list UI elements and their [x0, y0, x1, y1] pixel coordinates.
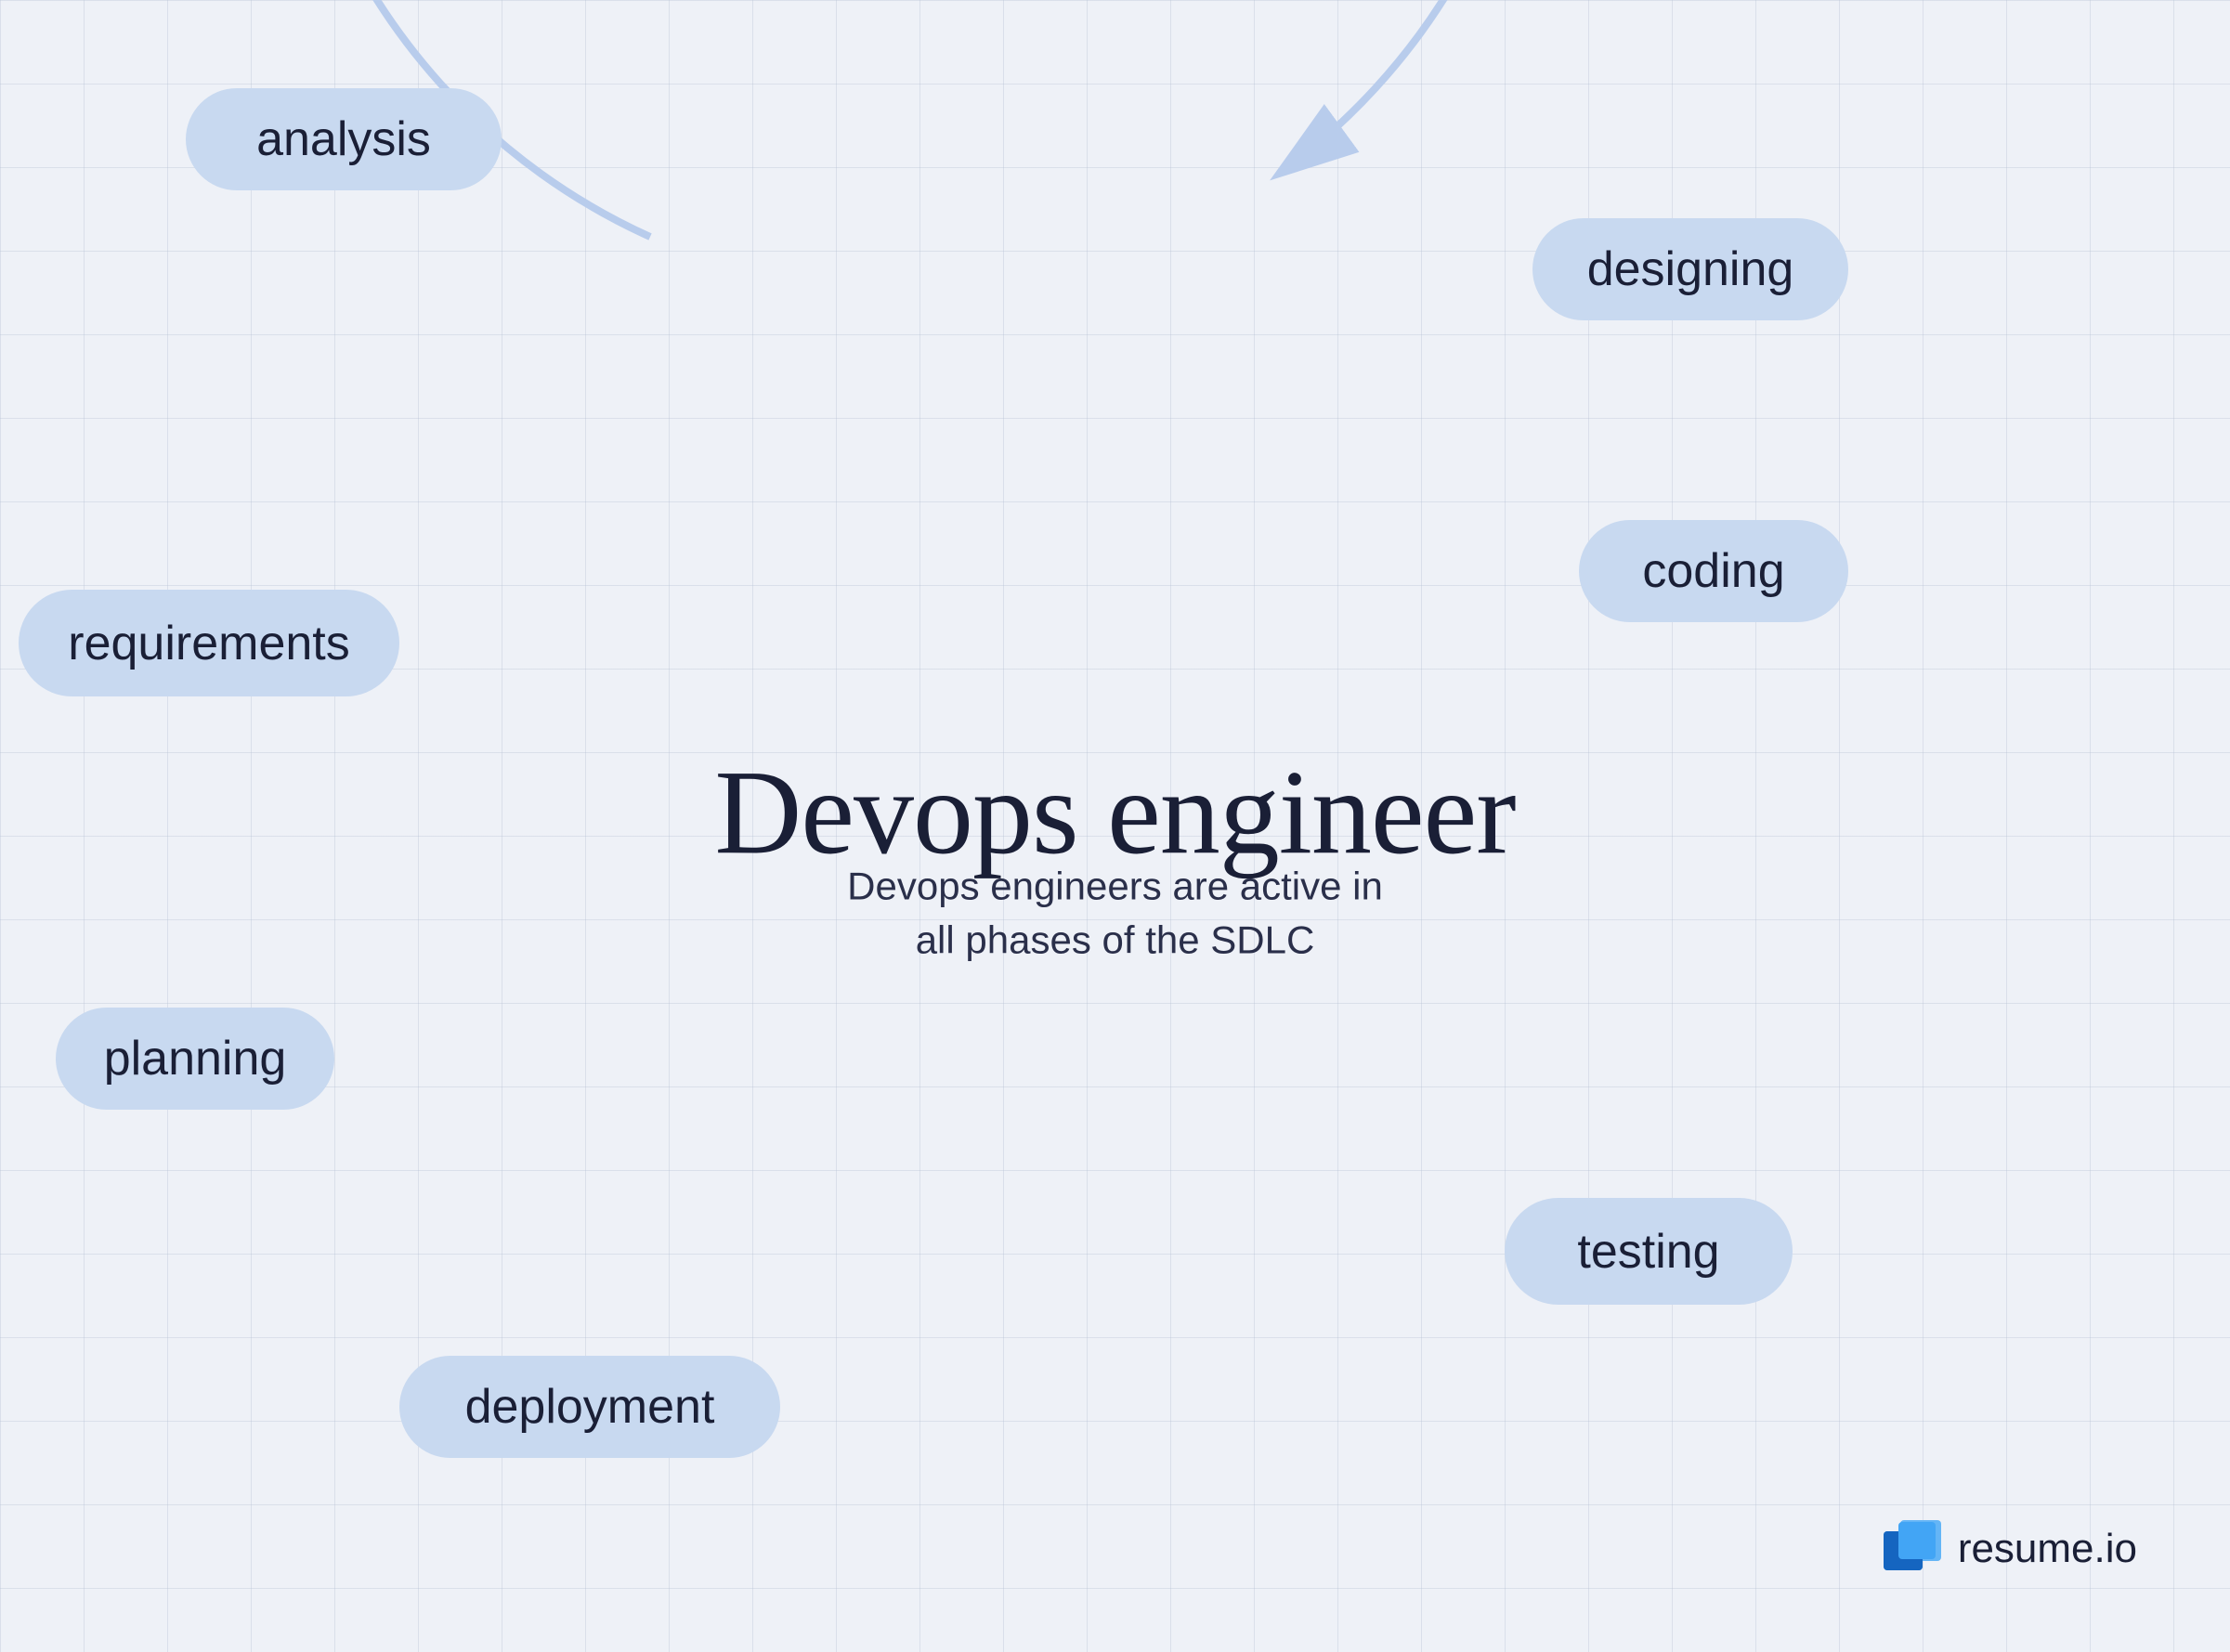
pill-analysis: analysis	[186, 88, 502, 190]
pill-testing: testing	[1505, 1198, 1793, 1305]
pill-requirements: requirements	[19, 590, 399, 696]
pill-deployment: deployment	[399, 1356, 780, 1458]
pill-coding: coding	[1579, 520, 1848, 622]
center-subtitle: Devops engineers are active in all phase…	[837, 859, 1394, 969]
logo-container: resume.io	[1884, 1520, 2137, 1578]
diagram-container: Devops engineer Devops engineers are act…	[0, 0, 2230, 1652]
logo-text: resume.io	[1958, 1526, 2137, 1572]
pill-designing: designing	[1532, 218, 1848, 320]
pill-planning: planning	[56, 1008, 334, 1110]
resume-io-icon	[1884, 1520, 1941, 1578]
